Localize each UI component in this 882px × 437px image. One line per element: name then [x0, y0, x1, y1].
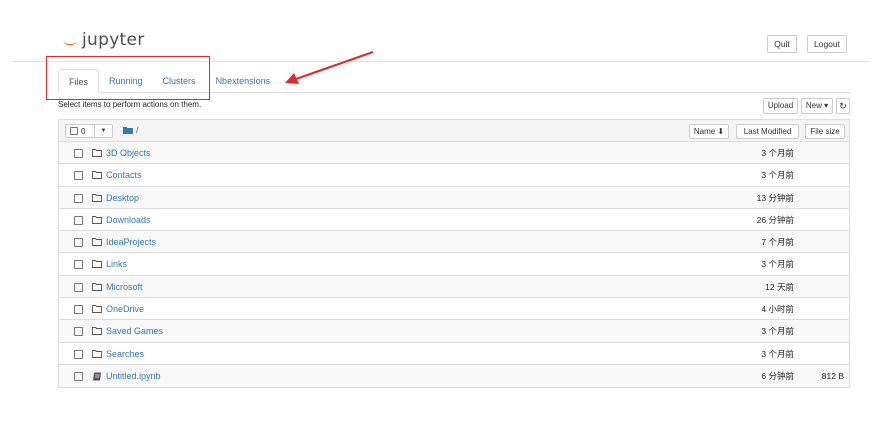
- folder-icon: [123, 127, 133, 134]
- item-checkbox[interactable]: [74, 260, 83, 270]
- list-item[interactable]: Links 3 个月前: [59, 253, 849, 276]
- item-name[interactable]: Links: [106, 258, 127, 270]
- list-item[interactable]: Searches 3 个月前: [59, 343, 849, 365]
- item-checkbox[interactable]: [74, 238, 83, 248]
- item-name[interactable]: Contacts: [106, 169, 142, 181]
- list-header: 0 ▼ / Name ⬇ Last Modified File size: [59, 120, 849, 142]
- item-name[interactable]: 3D Objects: [106, 147, 151, 159]
- folder-outline-icon: [92, 215, 102, 224]
- jupyter-logo-icon: [63, 42, 77, 46]
- item-modified: 3 个月前: [761, 259, 794, 270]
- folder-outline-icon: [92, 260, 102, 269]
- select-info-text: Select items to perform actions on them.: [58, 100, 202, 109]
- item-modified: 3 个月前: [761, 170, 794, 181]
- breadcrumb-path: /: [136, 125, 139, 135]
- select-all-group: 0 ▼: [65, 124, 113, 138]
- file-list: 0 ▼ / Name ⬇ Last Modified File size 3D …: [58, 119, 850, 389]
- logo-text: jupyter: [82, 30, 145, 50]
- jupyter-logo[interactable]: jupyter: [62, 30, 145, 50]
- item-checkbox[interactable]: [74, 349, 83, 359]
- list-item[interactable]: Contacts 3 个月前: [59, 164, 849, 187]
- list-item[interactable]: Microsoft 12 天前: [59, 275, 849, 299]
- sort-by-name-button[interactable]: Name ⬇: [689, 124, 729, 139]
- folder-outline-icon: [92, 149, 102, 157]
- item-name[interactable]: Untitled.ipynb: [106, 370, 161, 382]
- logout-button[interactable]: Logout: [807, 35, 847, 53]
- tab-nbextensions[interactable]: Nbextensions: [206, 69, 281, 93]
- list-item[interactable]: Downloads 26 分钟前: [59, 209, 849, 232]
- upload-button[interactable]: Upload: [763, 98, 798, 114]
- quit-button[interactable]: Quit: [767, 35, 797, 53]
- list-item[interactable]: Saved Games 3 个月前: [59, 320, 849, 343]
- item-checkbox[interactable]: [74, 282, 83, 292]
- item-modified: 13 分钟前: [756, 192, 794, 203]
- item-checkbox[interactable]: [74, 215, 83, 225]
- item-name[interactable]: Desktop: [106, 192, 139, 204]
- item-checkbox[interactable]: [74, 171, 83, 181]
- sort-by-size-button[interactable]: File size: [805, 124, 845, 139]
- list-item[interactable]: IdeaProjects 7 个月前: [59, 231, 849, 254]
- breadcrumb[interactable]: /: [123, 125, 139, 135]
- list-item[interactable]: OneDrive 4 小时前: [59, 298, 849, 321]
- item-modified: 12 天前: [765, 281, 794, 292]
- select-menu-toggle[interactable]: ▼: [95, 124, 113, 138]
- item-checkbox[interactable]: [74, 305, 83, 315]
- item-name[interactable]: Microsoft: [106, 281, 143, 293]
- list-item[interactable]: Untitled.ipynb 6 分钟前 812 B: [59, 364, 849, 388]
- item-modified: 6 分钟前: [761, 370, 794, 381]
- checkbox-icon: [70, 127, 78, 135]
- item-modified: 3 个月前: [761, 348, 794, 359]
- sort-by-modified-button[interactable]: Last Modified: [736, 124, 799, 139]
- refresh-icon: ↻: [839, 101, 847, 111]
- item-modified: 26 分钟前: [756, 214, 794, 225]
- item-name[interactable]: OneDrive: [106, 303, 144, 315]
- item-modified: 4 小时前: [761, 304, 794, 315]
- item-name[interactable]: IdeaProjects: [106, 236, 156, 248]
- item-name[interactable]: Searches: [106, 348, 144, 360]
- folder-outline-icon: [92, 193, 102, 202]
- folder-outline-icon: [92, 305, 102, 314]
- item-checkbox[interactable]: [74, 149, 83, 158]
- refresh-button[interactable]: ↻: [836, 98, 850, 114]
- item-modified: 3 个月前: [761, 148, 794, 158]
- folder-outline-icon: [92, 171, 102, 180]
- item-checkbox[interactable]: [74, 193, 83, 203]
- item-modified: 3 个月前: [761, 326, 794, 337]
- item-name[interactable]: Saved Games: [106, 325, 163, 337]
- new-dropdown-button[interactable]: New ▾: [801, 98, 833, 114]
- folder-outline-icon: [92, 349, 102, 358]
- select-all-checkbox[interactable]: 0: [65, 124, 95, 138]
- folder-outline-icon: [92, 327, 102, 336]
- item-checkbox[interactable]: [74, 327, 83, 337]
- folder-outline-icon: [92, 282, 102, 291]
- notebook-icon: [93, 372, 101, 381]
- folder-outline-icon: [92, 238, 102, 247]
- caret-down-icon: ▼: [100, 128, 107, 134]
- item-checkbox[interactable]: [74, 371, 83, 381]
- highlight-box: [46, 56, 210, 100]
- item-modified: 7 个月前: [761, 237, 794, 248]
- item-name[interactable]: Downloads: [106, 214, 151, 226]
- selected-count: 0: [81, 126, 86, 136]
- list-item[interactable]: Desktop 13 分钟前: [59, 186, 849, 209]
- item-size: 812 B: [821, 370, 844, 381]
- list-item[interactable]: 3D Objects 3 个月前: [59, 142, 849, 165]
